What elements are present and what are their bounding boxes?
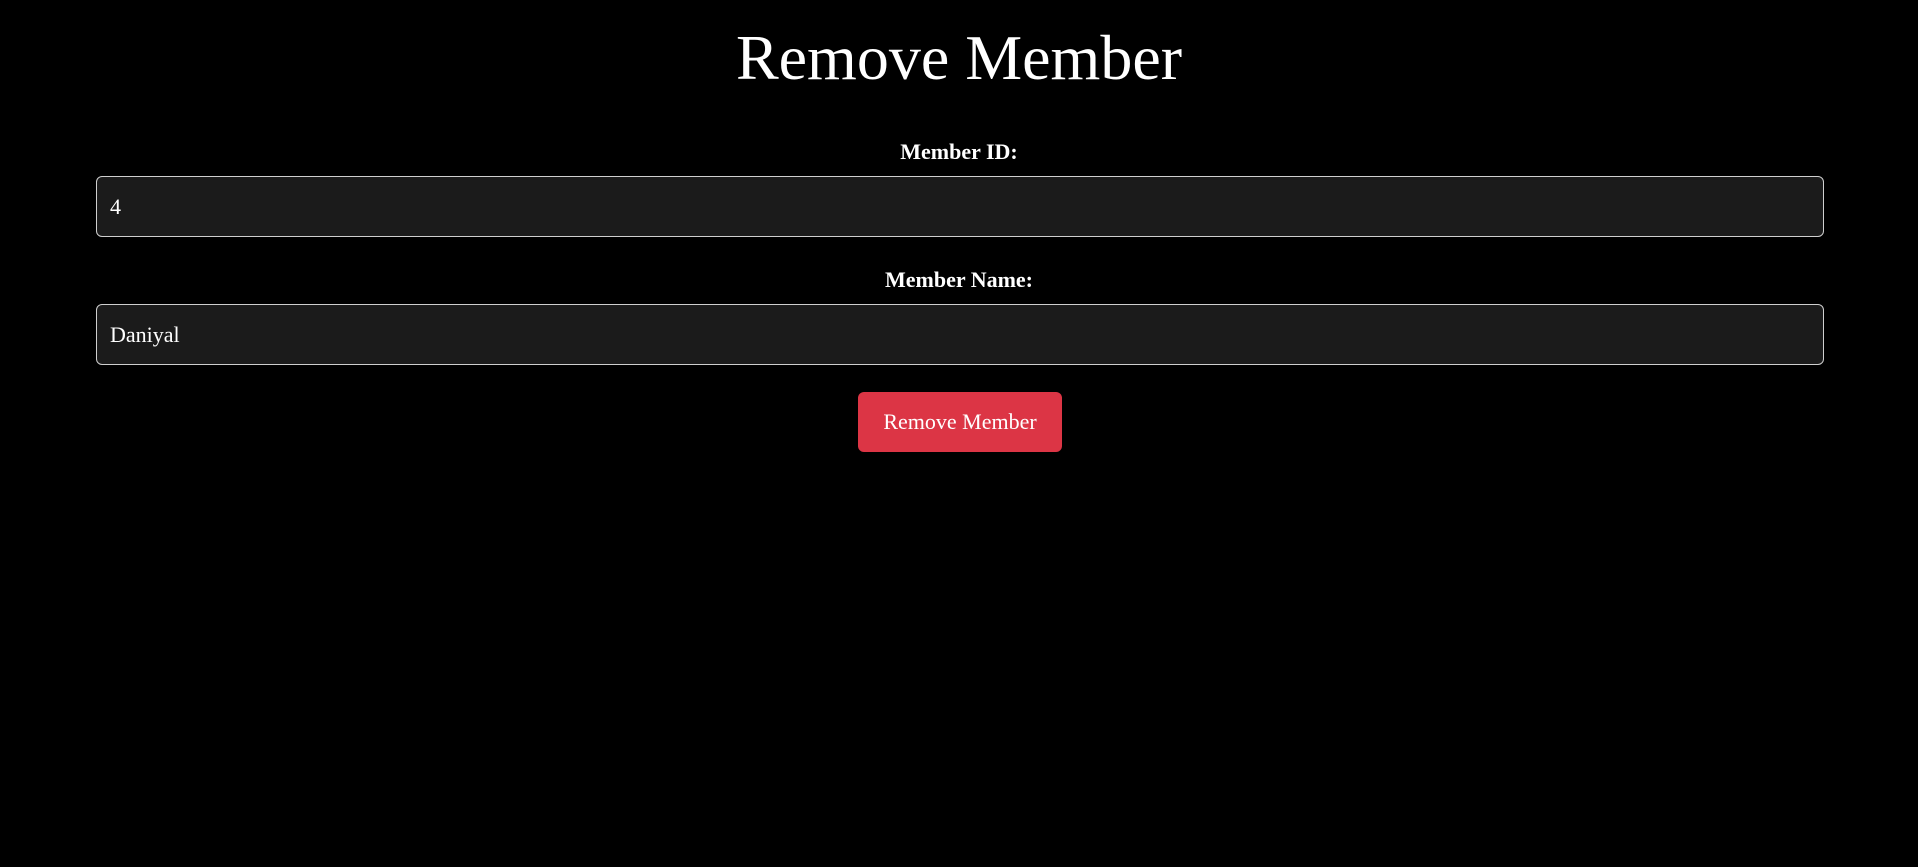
remove-member-button[interactable]: Remove Member xyxy=(858,392,1062,452)
member-name-label: Member Name: xyxy=(884,267,1034,292)
member-id-input[interactable] xyxy=(96,176,1824,237)
page-title: Remove Member xyxy=(735,22,1183,93)
member-name-input[interactable] xyxy=(96,304,1824,365)
member-id-label: Member ID: xyxy=(900,139,1018,164)
